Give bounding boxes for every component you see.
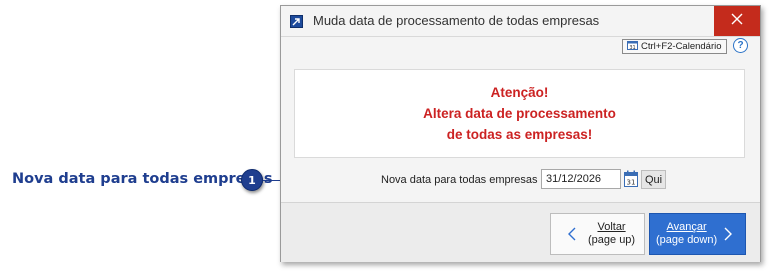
- next-button[interactable]: Avançar (page down): [649, 213, 746, 255]
- chevron-right-icon: [719, 227, 737, 241]
- help-icon[interactable]: ?: [733, 38, 748, 53]
- warning-title: Atenção!: [490, 85, 549, 100]
- back-button[interactable]: Voltar (page up): [550, 213, 645, 255]
- warning-line-3: de todas as empresas!: [446, 127, 593, 142]
- warning-line-2: Altera data de processamento: [423, 106, 616, 121]
- footer-bar: Voltar (page up) Avançar (page down): [281, 202, 760, 262]
- date-field-label: Nova data para todas empresas: [381, 174, 538, 186]
- close-button[interactable]: [714, 6, 760, 36]
- calendar-icon[interactable]: 31: [624, 170, 638, 192]
- calendar-icon: 31: [627, 40, 638, 53]
- weekday-display: Qui: [641, 170, 666, 189]
- svg-text:31: 31: [629, 45, 635, 50]
- close-icon: [731, 12, 743, 30]
- dialog-window: Muda data de processamento de todas empr…: [280, 5, 761, 262]
- title-bar: Muda data de processamento de todas empr…: [281, 6, 760, 37]
- next-button-hint: (page down): [656, 234, 718, 246]
- back-button-label: Voltar: [597, 221, 626, 233]
- window-title: Muda data de processamento de todas empr…: [313, 13, 600, 28]
- chevron-left-icon: [563, 227, 581, 241]
- callout-number-badge: 1: [241, 169, 263, 191]
- calendar-shortcut-button[interactable]: 31 Ctrl+F2-Calendário: [622, 39, 727, 54]
- warning-panel: Atenção! Altera data de processamento de…: [294, 69, 745, 158]
- back-button-hint: (page up): [588, 234, 636, 246]
- calendar-shortcut-label: Ctrl+F2-Calendário: [641, 41, 722, 52]
- next-button-label: Avançar: [666, 221, 707, 233]
- app-icon: [290, 15, 303, 28]
- svg-text:31: 31: [627, 179, 636, 187]
- callout-label: Nova data para todas empresas: [12, 171, 273, 187]
- date-input[interactable]: [541, 169, 621, 189]
